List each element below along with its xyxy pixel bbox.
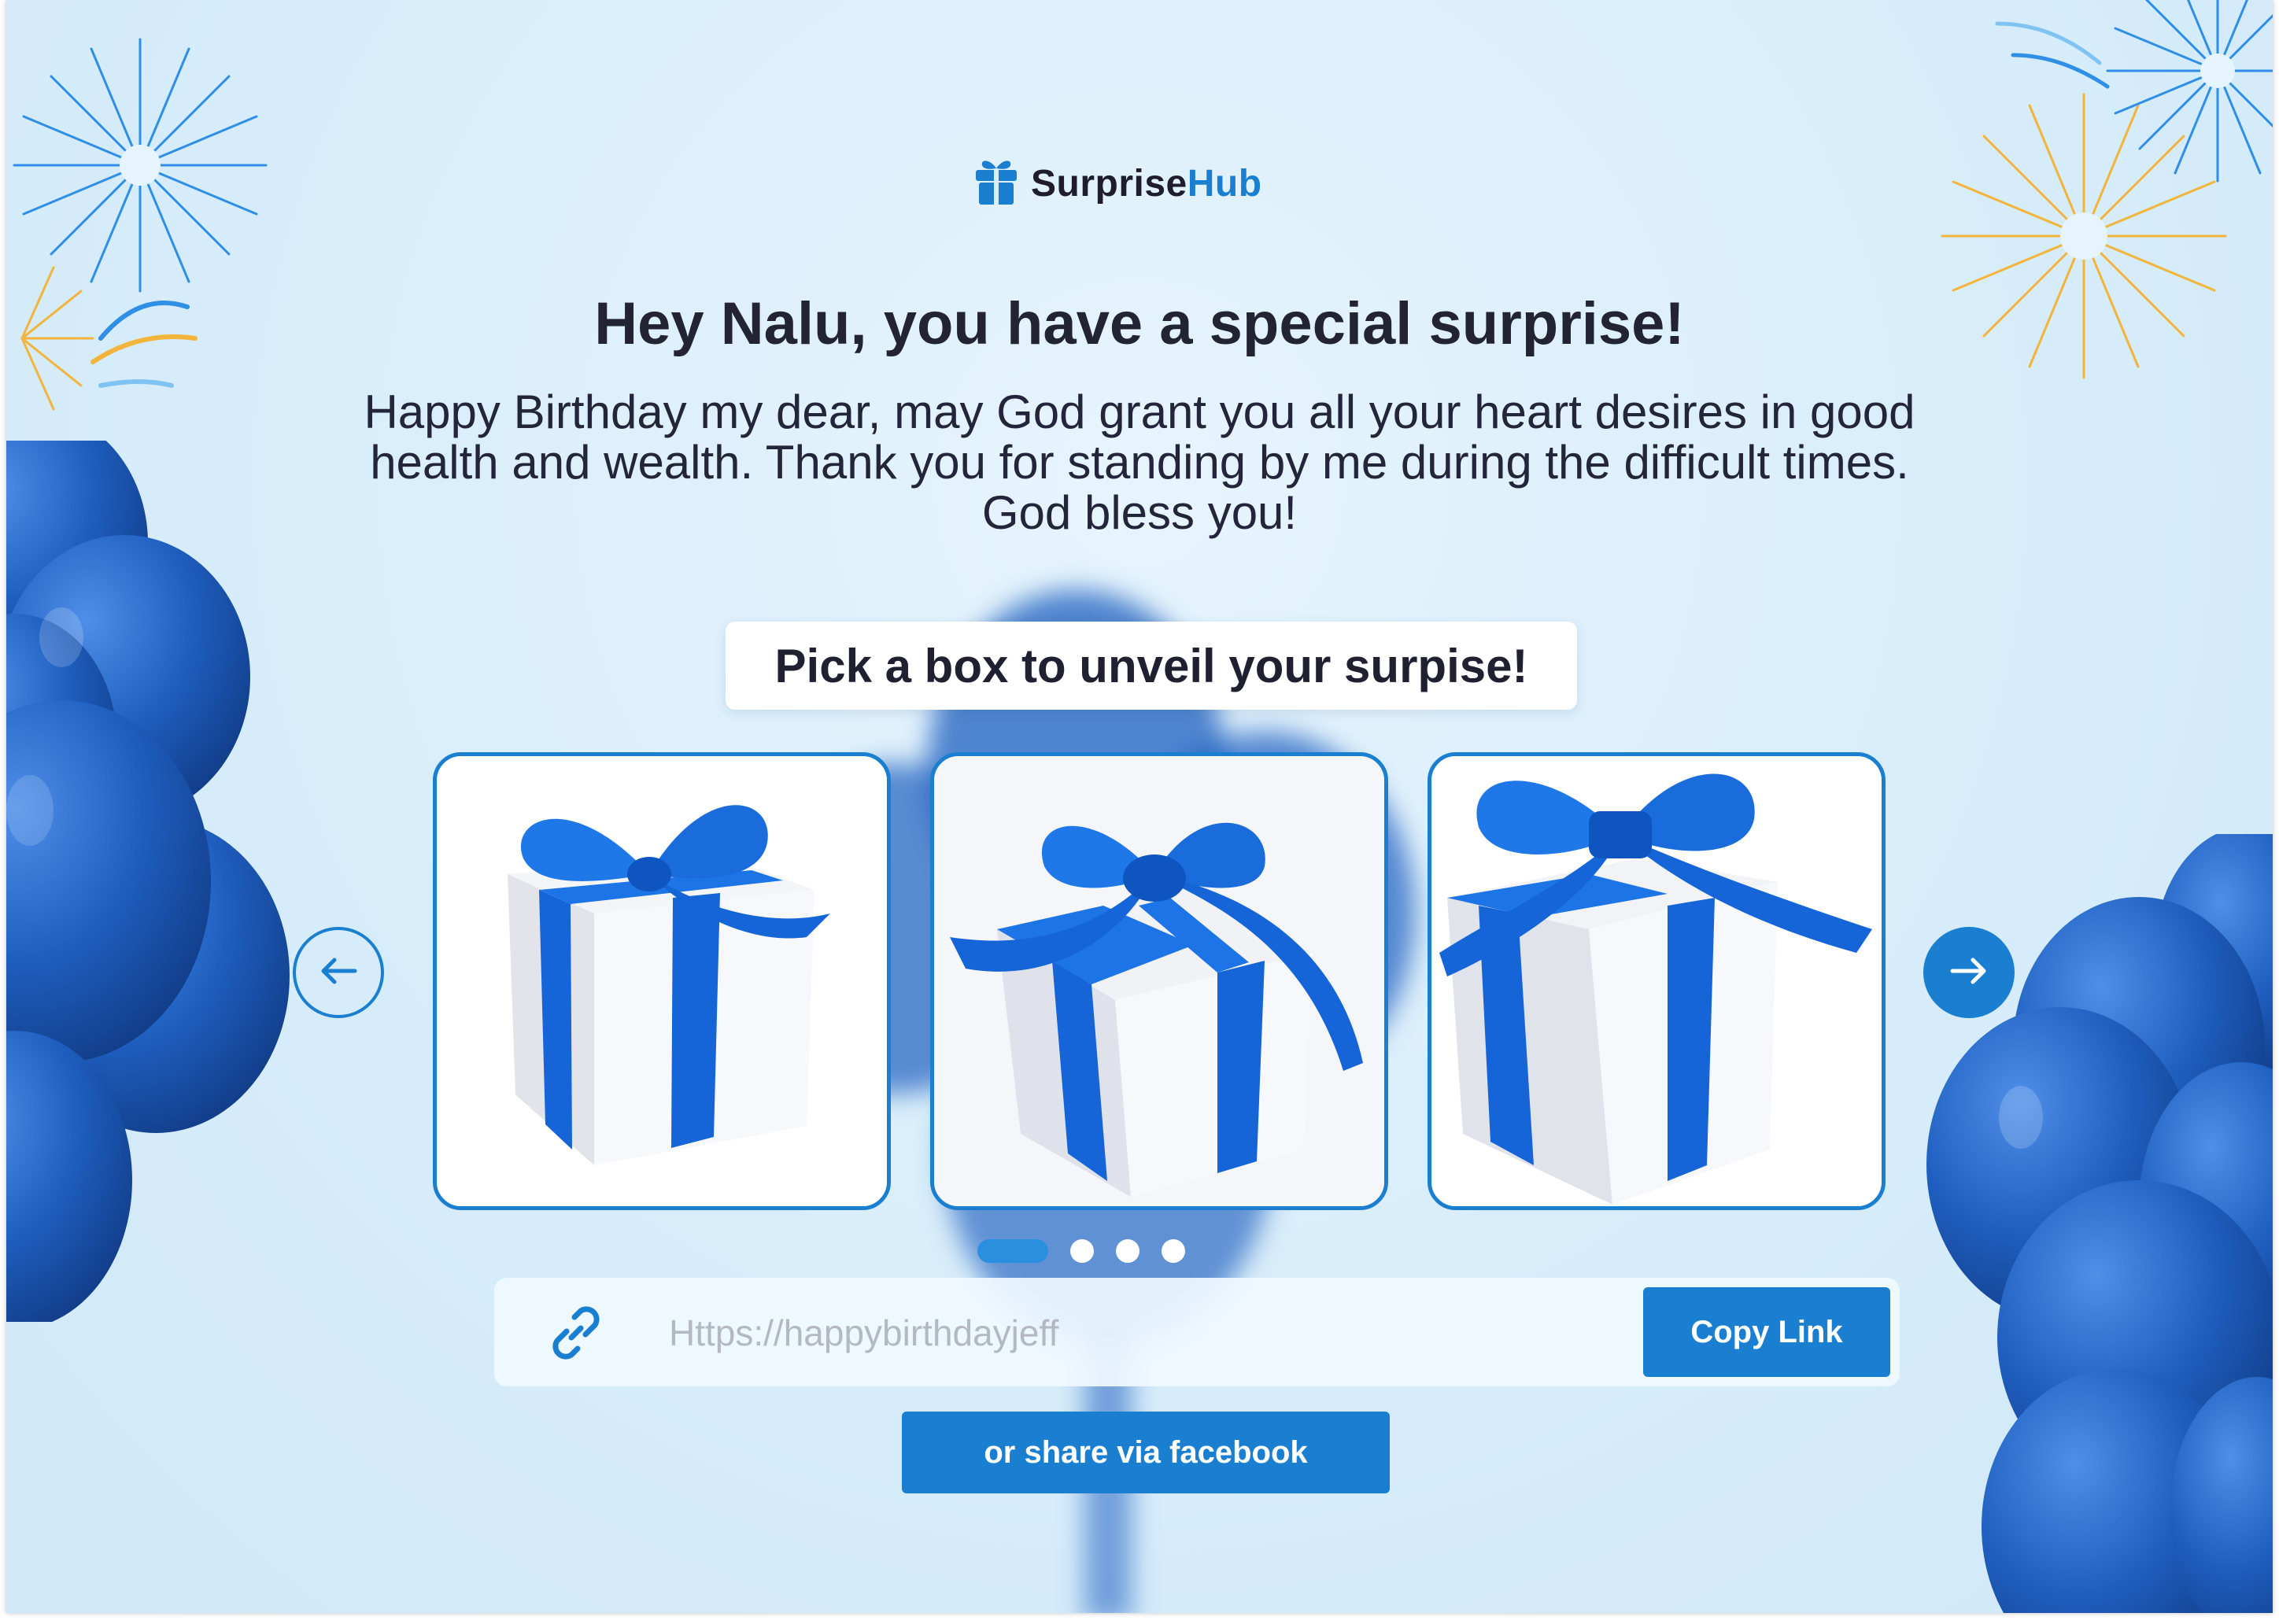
- brand-name-surprise: Surprise: [1031, 162, 1188, 205]
- firework-streaks-right: [1995, 21, 2110, 89]
- pagination-dot-3[interactable]: [1116, 1239, 1140, 1263]
- share-facebook-button[interactable]: or share via facebook: [902, 1412, 1390, 1493]
- gift-box-card-1[interactable]: [433, 752, 891, 1210]
- brand-logo[interactable]: SurpriseHub: [974, 156, 1262, 211]
- carousel-pagination: [977, 1238, 1185, 1264]
- firework-top-left: [13, 38, 268, 293]
- gift-icon: [974, 157, 1018, 210]
- gift-box-image: [437, 756, 887, 1206]
- greeting-headline: Hey Nalu, you have a special surprise!: [594, 290, 1685, 357]
- pagination-dot-1[interactable]: [977, 1239, 1048, 1263]
- gift-box-image: [1431, 756, 1882, 1206]
- gift-box-image: [934, 756, 1384, 1206]
- share-link-bar: Copy Link: [494, 1278, 1900, 1386]
- greeting-message: Happy Birthday my dear, may God grant yo…: [364, 386, 1915, 539]
- copy-link-button[interactable]: Copy Link: [1643, 1287, 1890, 1377]
- carousel-prev-button[interactable]: [293, 927, 384, 1018]
- gift-box-card-3[interactable]: [1428, 752, 1886, 1210]
- pick-box-label: Pick a box to unveil your surpise!: [726, 622, 1577, 710]
- brand-name-hub: Hub: [1187, 162, 1262, 205]
- page: SurpriseHub Hey Nalu, you have a special…: [0, 0, 2279, 1624]
- link-icon[interactable]: [543, 1300, 609, 1370]
- pagination-dot-4[interactable]: [1162, 1239, 1185, 1263]
- firework-top-right-blue: [2106, 0, 2273, 183]
- arrow-right-icon: [1949, 955, 1989, 991]
- share-link-input[interactable]: [667, 1295, 1300, 1371]
- left-balloon-cluster: [6, 441, 290, 1322]
- surprise-page-panel: SurpriseHub Hey Nalu, you have a special…: [6, 0, 2273, 1613]
- brand-name: SurpriseHub: [1031, 162, 1262, 205]
- arrow-left-icon: [319, 955, 358, 991]
- gift-box-card-2[interactable]: [930, 752, 1388, 1210]
- carousel-next-button[interactable]: [1923, 927, 2015, 1018]
- pagination-dot-2[interactable]: [1070, 1239, 1094, 1263]
